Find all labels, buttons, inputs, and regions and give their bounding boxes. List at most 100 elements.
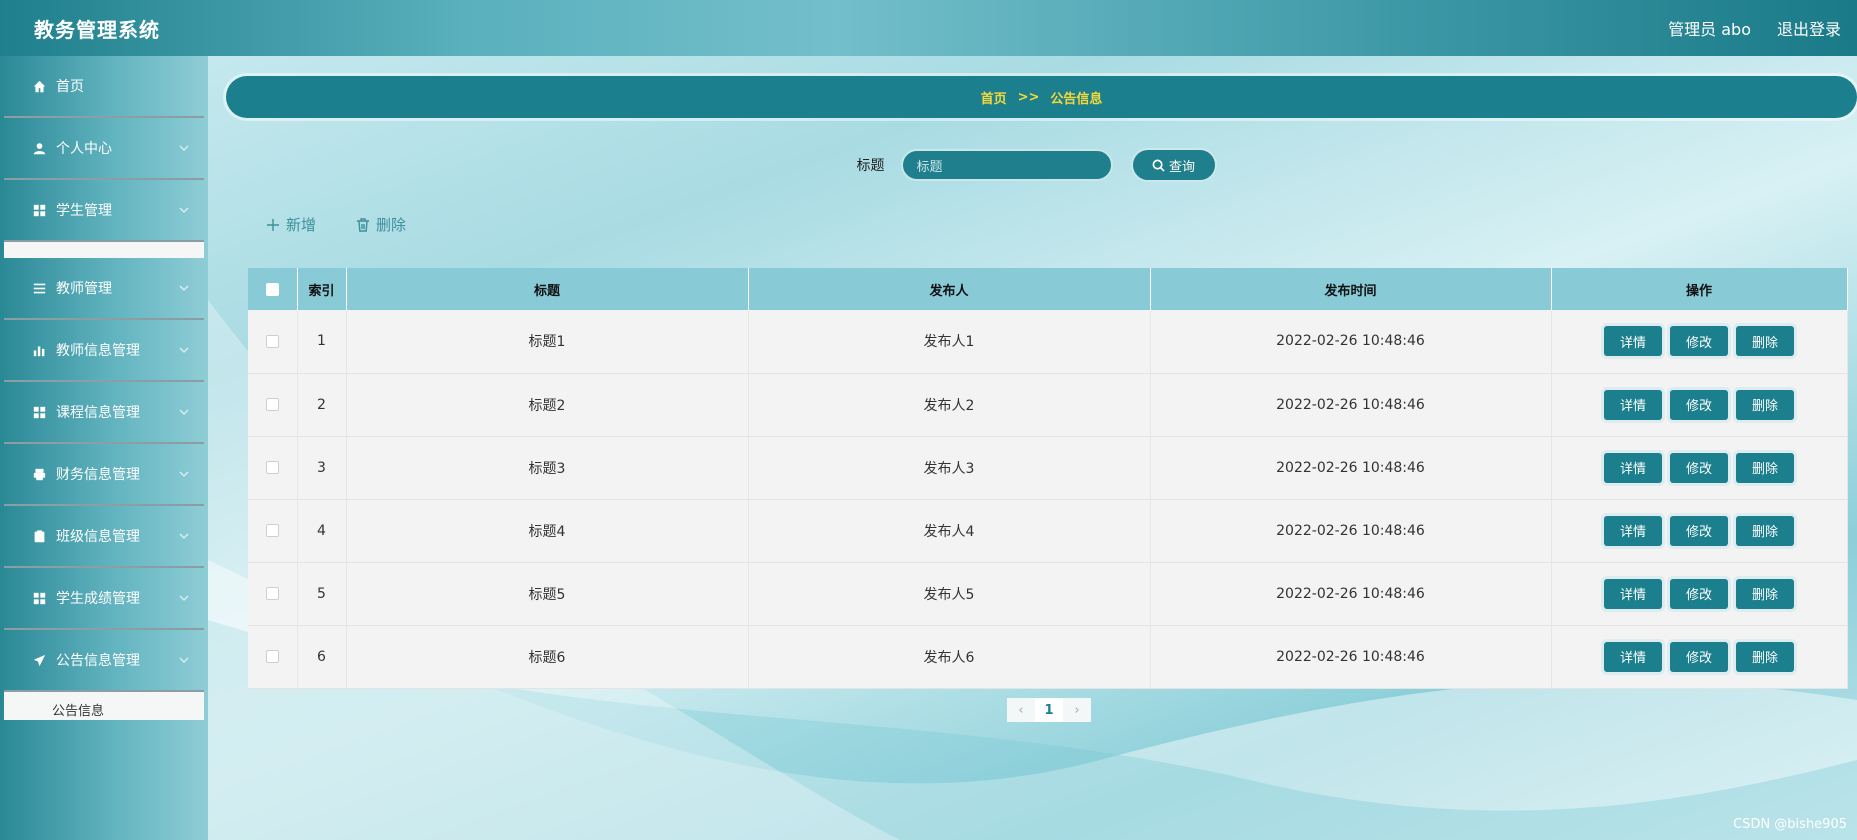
row-checkbox[interactable] (265, 398, 279, 411)
cell-actions: 详情 修改 删除 (1551, 310, 1848, 373)
detail-button[interactable]: 详情 (1604, 452, 1662, 483)
chevron-down-icon (178, 592, 190, 604)
sidebar-item-student-grades-management[interactable]: 学生成绩管理 (4, 568, 204, 630)
delete-button[interactable]: 删除 (1736, 641, 1794, 672)
edit-button[interactable]: 修改 (1670, 452, 1728, 483)
col-header-publisher: 发布人 (748, 268, 1151, 310)
detail-button[interactable]: 详情 (1604, 641, 1662, 672)
clipboard-icon (32, 529, 46, 543)
bar-chart-icon (32, 343, 46, 357)
row-checkbox[interactable] (265, 650, 279, 663)
row-checkbox[interactable] (265, 524, 279, 537)
cell-actions: 详情 修改 删除 (1551, 499, 1848, 562)
sidebar-item-teacher-info-management[interactable]: 教师信息管理 (4, 320, 204, 382)
cell-actions: 详情 修改 删除 (1551, 562, 1848, 625)
trash-icon (357, 217, 370, 232)
table-row: 1 标题1 发布人1 2022-02-26 10:48:46 详情 修改 删除 (248, 310, 1848, 373)
edit-button[interactable]: 修改 (1670, 515, 1728, 546)
chevron-down-icon (178, 282, 190, 294)
sidebar-item-finance-info-management[interactable]: 财务信息管理 (4, 444, 204, 506)
delete-button[interactable]: 删除 (1736, 578, 1794, 609)
cell-index: 4 (297, 499, 347, 562)
grid-icon (32, 203, 46, 217)
cell-index: 1 (297, 310, 347, 373)
detail-button[interactable]: 详情 (1604, 578, 1662, 609)
delete-button[interactable]: 删除 (1736, 389, 1794, 420)
row-checkbox[interactable] (265, 334, 279, 348)
col-header-actions: 操作 (1551, 268, 1848, 310)
sidebar-item-notice-info-management[interactable]: 公告信息管理 (4, 630, 204, 692)
sidebar-item-label: 课程信息管理 (56, 405, 140, 421)
table-row: 3 标题3 发布人3 2022-02-26 10:48:46 详情 修改 删除 (248, 436, 1848, 499)
search-button-label: 查询 (1168, 159, 1195, 175)
sidebar-item-home[interactable]: 首页 (4, 56, 204, 118)
breadcrumb: 首页 >> 公告信息 (226, 76, 1857, 118)
chevron-down-icon (178, 204, 190, 216)
table-row: 2 标题2 发布人2 2022-02-26 10:48:46 详情 修改 删除 (248, 373, 1848, 436)
detail-button[interactable]: 详情 (1604, 389, 1662, 420)
detail-button[interactable]: 详情 (1604, 326, 1662, 357)
cell-actions: 详情 修改 删除 (1551, 436, 1848, 499)
sidebar-item-label: 教师信息管理 (56, 343, 140, 359)
page-number[interactable]: 1 (1035, 698, 1063, 722)
sidebar-item-label: 班级信息管理 (56, 529, 140, 545)
edit-button[interactable]: 修改 (1670, 641, 1728, 672)
row-checkbox[interactable] (265, 461, 279, 474)
table-row: 4 标题4 发布人4 2022-02-26 10:48:46 详情 修改 删除 (248, 499, 1848, 562)
add-button[interactable]: 新增 (266, 214, 316, 235)
cell-title: 标题3 (346, 436, 749, 499)
add-button-label: 新增 (286, 216, 317, 234)
col-header-title: 标题 (346, 268, 749, 310)
sidebar-item-label: 公告信息管理 (56, 653, 140, 669)
cell-publisher: 发布人5 (748, 562, 1151, 625)
pagination: ‹ 1 › (1007, 698, 1091, 722)
next-page-button[interactable]: › (1063, 698, 1091, 722)
batch-delete-label: 删除 (376, 216, 407, 234)
edit-button[interactable]: 修改 (1670, 326, 1728, 357)
logout-link[interactable]: 退出登录 (1777, 16, 1841, 40)
cell-publisher: 发布人3 (748, 436, 1151, 499)
search-icon (1152, 159, 1165, 172)
grid-icon (32, 405, 46, 419)
sidebar-item-label: 财务信息管理 (56, 467, 140, 483)
edit-button[interactable]: 修改 (1670, 389, 1728, 420)
search-label: 标题 (856, 158, 885, 174)
current-user-label[interactable]: 管理员 abo (1668, 16, 1751, 40)
search-input[interactable]: 标题 (900, 149, 1113, 181)
home-icon (32, 79, 46, 93)
sidebar-item-class-info-management[interactable]: 班级信息管理 (4, 506, 204, 568)
select-all-checkbox[interactable] (265, 282, 279, 296)
delete-button[interactable]: 删除 (1736, 515, 1794, 546)
detail-button[interactable]: 详情 (1604, 515, 1662, 546)
breadcrumb-home[interactable]: 首页 (981, 88, 1007, 107)
cell-publisher: 发布人6 (748, 625, 1151, 688)
table-row: 5 标题5 发布人5 2022-02-26 10:48:46 详情 修改 删除 (248, 562, 1848, 625)
cell-index: 3 (297, 436, 347, 499)
batch-delete-button[interactable]: 删除 (356, 214, 406, 235)
delete-button[interactable]: 删除 (1736, 452, 1794, 483)
cell-publisher: 发布人4 (748, 499, 1151, 562)
sidebar-item-teacher-management[interactable]: 教师管理 (4, 258, 204, 320)
chevron-down-icon (178, 344, 190, 356)
cell-actions: 详情 修改 删除 (1551, 625, 1848, 688)
select-all-cell (248, 268, 298, 310)
search-button[interactable]: 查询 (1130, 148, 1217, 182)
grid-icon (32, 591, 46, 605)
edit-button[interactable]: 修改 (1670, 578, 1728, 609)
sidebar-item-label: 首页 (56, 79, 84, 95)
search-bar: 标题 标题 查询 (0, 148, 1857, 182)
cell-time: 2022-02-26 10:48:46 (1150, 310, 1552, 373)
search-placeholder: 标题 (916, 159, 943, 175)
cell-time: 2022-02-26 10:48:46 (1150, 625, 1552, 688)
cell-title: 标题6 (346, 625, 749, 688)
sidebar-item-student-management[interactable]: 学生管理 (4, 180, 204, 242)
cell-title: 标题1 (346, 310, 749, 373)
prev-page-button[interactable]: ‹ (1007, 698, 1035, 722)
delete-button[interactable]: 删除 (1736, 326, 1794, 357)
sidebar-item-course-info-management[interactable]: 课程信息管理 (4, 382, 204, 444)
cell-title: 标题2 (346, 373, 749, 436)
row-checkbox[interactable] (265, 587, 279, 600)
cell-time: 2022-02-26 10:48:46 (1150, 373, 1552, 436)
sidebar-subitem-notice-info[interactable]: 公告信息 (4, 692, 204, 720)
printer-icon (32, 467, 46, 481)
